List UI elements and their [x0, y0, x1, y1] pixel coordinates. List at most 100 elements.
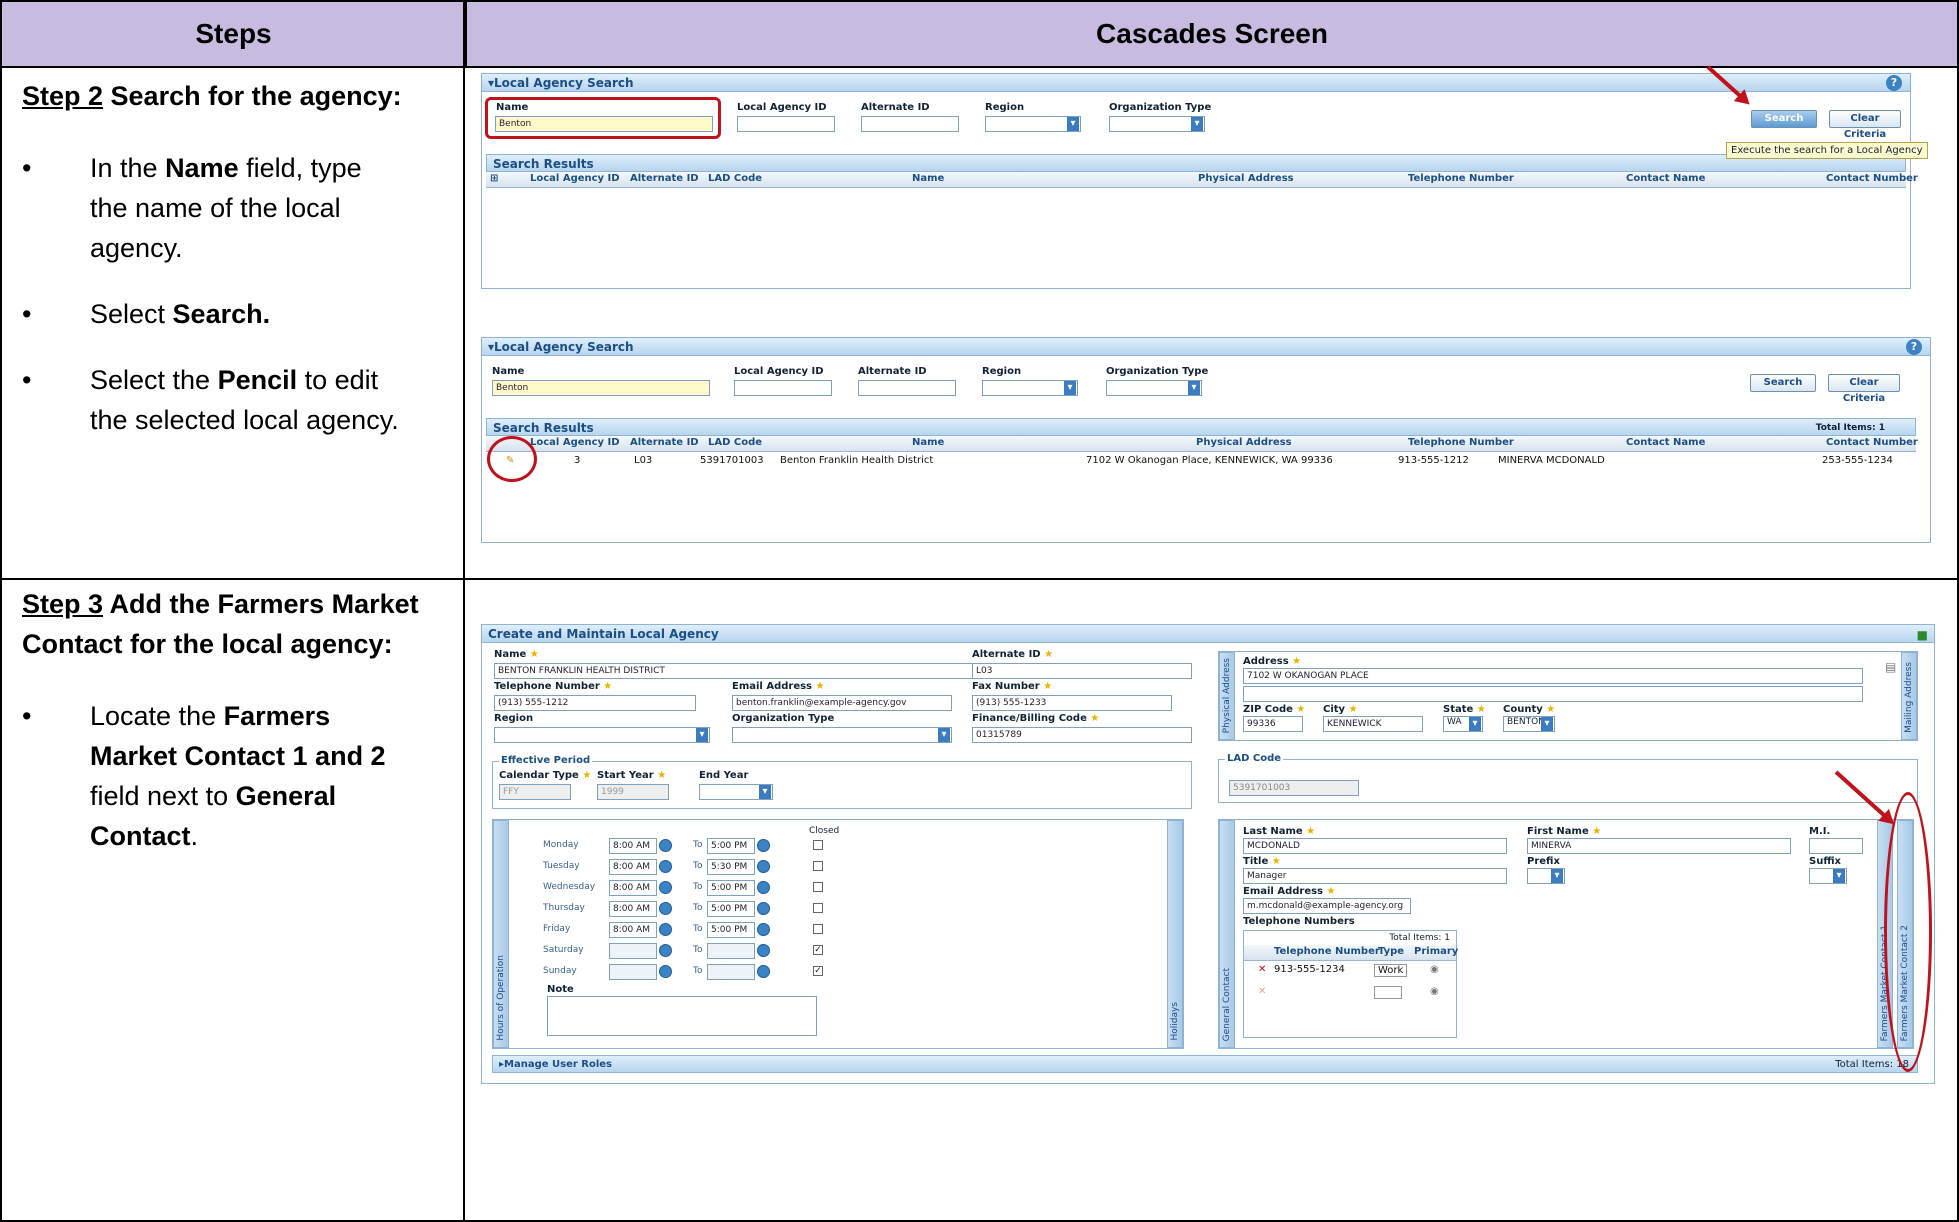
name-input-2[interactable]: Benton: [492, 380, 710, 396]
close-time-input[interactable]: 5:00 PM: [707, 880, 755, 896]
mi-input[interactable]: [1809, 838, 1863, 854]
title-input[interactable]: Manager: [1243, 868, 1507, 884]
fax-input[interactable]: (913) 555-1233: [972, 695, 1172, 711]
clock-icon[interactable]: [757, 881, 770, 894]
mi-label: M.I.: [1809, 826, 1831, 837]
county-select[interactable]: BENTON: [1503, 716, 1555, 732]
calendar-type-select[interactable]: FFY: [499, 784, 571, 800]
primary-radio-icon[interactable]: ◉: [1430, 964, 1439, 975]
table-row[interactable]: ✎ 3 L03 5391701003 Benton Franklin Healt…: [486, 454, 1916, 469]
hours-tab[interactable]: Hours of Operation: [493, 820, 509, 1048]
clear-criteria-button-2[interactable]: Clear Criteria: [1828, 374, 1900, 404]
suffix-select[interactable]: [1809, 868, 1847, 884]
prefix-select[interactable]: [1527, 868, 1565, 884]
clock-icon[interactable]: [757, 944, 770, 957]
org-type-select-3[interactable]: [732, 727, 952, 743]
panel-title[interactable]: ▾Local Agency Search: [488, 76, 634, 90]
general-contact-tab[interactable]: General Contact: [1219, 820, 1235, 1048]
start-year-select[interactable]: 1999: [597, 784, 669, 800]
panel-title-2[interactable]: ▾Local Agency Search: [488, 340, 634, 354]
county-label: County ★: [1503, 704, 1556, 715]
close-time-input[interactable]: 5:30 PM: [707, 859, 755, 875]
city-input[interactable]: KENNEWICK: [1323, 716, 1423, 732]
clock-icon[interactable]: [659, 923, 672, 936]
results-bar-2: Search Results Total Items: 1: [486, 418, 1916, 436]
delete-icon[interactable]: ✕: [1258, 964, 1266, 975]
help-icon[interactable]: ?: [1906, 339, 1922, 355]
tel-row-empty[interactable]: ✕ ◉: [1244, 985, 1456, 1000]
expand-all-icon[interactable]: ⊞: [490, 173, 498, 184]
clock-icon[interactable]: [757, 839, 770, 852]
alternate-id-input[interactable]: L03: [972, 663, 1192, 679]
open-time-input[interactable]: 8:00 AM: [609, 922, 657, 938]
closed-checkbox[interactable]: [813, 882, 823, 892]
results-bar: Search Results: [486, 154, 1906, 172]
clock-icon[interactable]: [659, 902, 672, 915]
open-time-input[interactable]: 8:00 AM: [609, 880, 657, 896]
clock-icon[interactable]: [659, 944, 672, 957]
close-time-input[interactable]: 5:00 PM: [707, 838, 755, 854]
region-select-2[interactable]: [982, 380, 1078, 396]
clock-icon[interactable]: [659, 839, 672, 852]
zip-input[interactable]: 99336: [1243, 716, 1303, 732]
close-time-input[interactable]: [707, 943, 755, 959]
open-time-input[interactable]: [609, 964, 657, 980]
note-textarea[interactable]: [547, 996, 817, 1036]
clock-icon[interactable]: [659, 881, 672, 894]
first-name-input[interactable]: MINERVA: [1527, 838, 1791, 854]
agency-id-input-2[interactable]: [734, 380, 832, 396]
region-label-2: Region: [982, 366, 1022, 377]
clear-criteria-button[interactable]: Clear Criteria: [1829, 110, 1901, 140]
closed-checkbox[interactable]: ✓: [813, 945, 823, 955]
search-button-2[interactable]: Search: [1750, 374, 1816, 392]
close-time-input[interactable]: [707, 964, 755, 980]
open-time-input[interactable]: 8:00 AM: [609, 838, 657, 854]
closed-checkbox[interactable]: [813, 903, 823, 913]
clock-icon[interactable]: [757, 860, 770, 873]
agency-id-input[interactable]: [737, 116, 835, 132]
org-type-select-2[interactable]: [1106, 380, 1202, 396]
telephone-input[interactable]: (913) 555-1212: [494, 695, 696, 711]
clock-icon[interactable]: [757, 902, 770, 915]
close-time-input[interactable]: 5:00 PM: [707, 901, 755, 917]
region-select-3[interactable]: [494, 727, 710, 743]
clock-icon[interactable]: [757, 965, 770, 978]
clock-icon[interactable]: [659, 965, 672, 978]
region-select[interactable]: [985, 116, 1081, 132]
last-name-input[interactable]: MCDONALD: [1243, 838, 1507, 854]
open-time-input[interactable]: [609, 943, 657, 959]
email-input[interactable]: benton.franklin@example-agency.gov: [732, 695, 952, 711]
finance-code-input[interactable]: 01315789: [972, 727, 1192, 743]
pencil-highlight: [487, 436, 537, 482]
org-type-select[interactable]: [1109, 116, 1205, 132]
open-time-input[interactable]: 8:00 AM: [609, 901, 657, 917]
help-icon[interactable]: ?: [1886, 75, 1902, 91]
printer-icon[interactable]: ▤: [1885, 660, 1896, 674]
open-time-input[interactable]: 8:00 AM: [609, 859, 657, 875]
manage-user-roles-bar[interactable]: ▸Manage User Roles Total Items: 18: [492, 1055, 1918, 1073]
mailing-address-tab[interactable]: Mailing Address: [1901, 652, 1917, 740]
closed-checkbox[interactable]: [813, 861, 823, 871]
agency-name-input[interactable]: BENTON FRANKLIN HEALTH DISTRICT: [494, 663, 974, 679]
address-label: Address ★: [1243, 656, 1302, 667]
close-time-input[interactable]: 5:00 PM: [707, 922, 755, 938]
address-input[interactable]: 7102 W OKANOGAN PLACE: [1243, 668, 1863, 684]
closed-checkbox[interactable]: [813, 924, 823, 934]
save-icon[interactable]: ■: [1917, 626, 1928, 644]
step-2-bullet-2: Select Search.: [22, 294, 400, 334]
clock-icon[interactable]: [659, 860, 672, 873]
tel-row[interactable]: ✕ 913-555-1234 Work ◉: [1244, 963, 1456, 978]
clock-icon[interactable]: [757, 923, 770, 936]
end-year-select[interactable]: [699, 784, 773, 800]
address-line-2-input[interactable]: [1243, 686, 1863, 702]
closed-checkbox[interactable]: [813, 840, 823, 850]
alt-id-input-2[interactable]: [858, 380, 956, 396]
contact-email-input[interactable]: m.mcdonald@example-agency.org: [1243, 898, 1411, 914]
alt-id-input[interactable]: [861, 116, 959, 132]
state-select[interactable]: WA: [1443, 716, 1483, 732]
primary-radio-icon[interactable]: ◉: [1430, 986, 1439, 997]
physical-address-tab[interactable]: Physical Address: [1219, 652, 1235, 740]
closed-checkbox[interactable]: ✓: [813, 966, 823, 976]
holidays-tab[interactable]: Holidays: [1167, 820, 1183, 1048]
search-button[interactable]: Search: [1751, 110, 1817, 128]
